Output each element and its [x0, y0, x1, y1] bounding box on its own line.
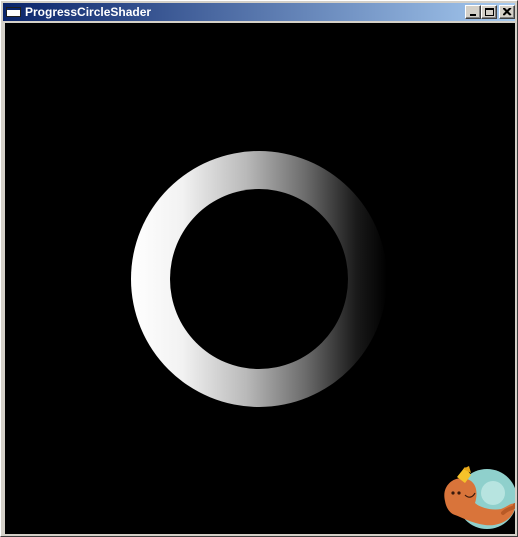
close-button[interactable]	[499, 5, 515, 19]
maximize-icon	[485, 8, 494, 16]
render-canvas	[5, 23, 515, 534]
window-app-icon[interactable]	[6, 7, 21, 17]
window-title: ProgressCircleShader	[25, 5, 152, 19]
app-window: ProgressCircleShader	[0, 0, 518, 537]
minimize-icon	[470, 14, 476, 16]
title-bar[interactable]: ProgressCircleShader	[3, 3, 515, 21]
minimize-button[interactable]	[465, 5, 481, 19]
progress-ring-hole	[170, 189, 348, 369]
close-icon	[503, 8, 512, 16]
maximize-button[interactable]	[481, 5, 497, 19]
mascot-badge-icon	[444, 466, 515, 529]
